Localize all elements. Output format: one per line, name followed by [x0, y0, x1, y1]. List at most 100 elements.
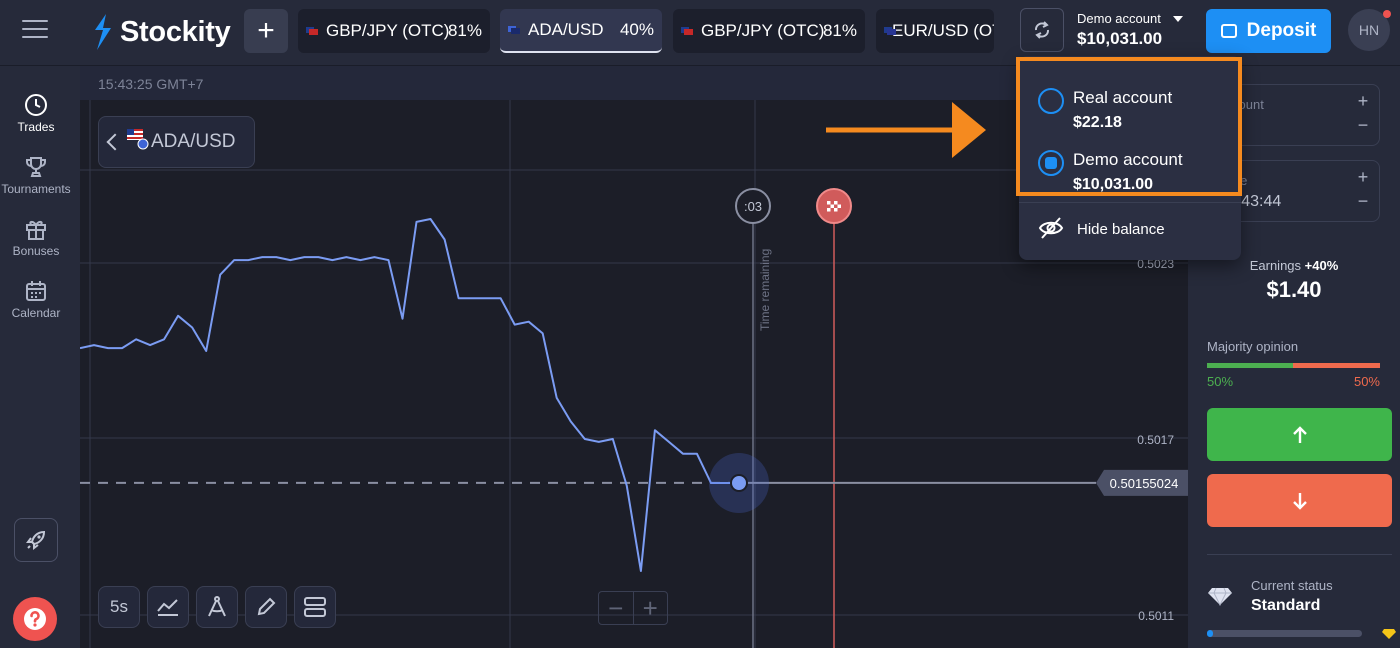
checker-cell — [834, 208, 838, 212]
gift-icon — [26, 220, 46, 240]
account-dropdown: Real account $22.18 Demo account $10,031… — [1019, 56, 1241, 260]
avatar[interactable]: HN — [1348, 9, 1391, 51]
sidebar-item-label: Calendar — [11, 306, 61, 320]
checker-cell — [830, 204, 834, 208]
layout-button[interactable] — [294, 586, 336, 628]
account-option-real[interactable]: Real account $22.18 — [1019, 68, 1241, 131]
sidebar-item-label: Trades — [17, 120, 55, 134]
account-option-name: Real account — [1073, 88, 1173, 107]
status-progress-bar — [1207, 630, 1362, 637]
logo[interactable]: Stockity — [92, 12, 231, 52]
divider — [1019, 202, 1241, 203]
checker-cell — [837, 204, 841, 208]
sidebar-item-label: Tournaments — [1, 182, 71, 196]
time-minus-button[interactable]: − — [1355, 192, 1371, 210]
zoom-out-button[interactable]: − — [599, 592, 634, 624]
asset-tab-payout: 81% — [447, 21, 482, 40]
chevron-down-icon — [1173, 16, 1183, 22]
chevron-left-icon — [106, 133, 124, 151]
line-chart-icon — [157, 599, 178, 616]
compass-icon — [208, 596, 226, 617]
sidebar-item-label: Bonuses — [12, 244, 60, 258]
hide-balance-button[interactable]: Hide balance — [1019, 206, 1241, 252]
asset-tab-payout: 81% — [822, 21, 857, 40]
rocket-button[interactable] — [14, 518, 58, 562]
zoom-controls: − + — [598, 591, 668, 625]
timeframe-label: 5s — [110, 597, 128, 616]
deposit-button[interactable]: Deposit — [1206, 9, 1331, 53]
asset-tab-name: ADA/USD — [528, 20, 604, 39]
layout-icon — [304, 597, 326, 617]
trading-app: Stockity + GBP/JPY (OTC) 81% ADA/USD 40% — [0, 0, 1400, 648]
sidebar-item-calendar[interactable]: Calendar — [0, 279, 72, 320]
asset-tab-payout: 40% — [619, 20, 654, 39]
notification-dot — [1383, 10, 1391, 18]
asset-tab-gbpjpy-otc[interactable]: GBP/JPY (OTC) 81% — [673, 9, 865, 53]
indicators-button[interactable] — [196, 586, 238, 628]
majority-up-percent: 50% — [1207, 374, 1234, 389]
arrow-down-icon — [1292, 492, 1307, 510]
logo-icon — [95, 14, 111, 50]
left-sidebar: Trades Tournaments Bonuses Calendar — [0, 66, 80, 648]
price-tick-label: 0.5011 — [1138, 609, 1174, 623]
price-tick-label: 0.5017 — [1137, 433, 1174, 447]
amount-plus-button[interactable]: + — [1355, 92, 1371, 110]
account-selector[interactable]: Demo account $10,031.00 — [1077, 11, 1183, 49]
account-type-label: Demo account — [1077, 11, 1161, 26]
earnings-value: $1.40 — [1266, 277, 1322, 302]
current-price-point — [730, 474, 748, 492]
amount-minus-button[interactable]: − — [1355, 116, 1371, 134]
timer-label: :03 — [744, 199, 762, 214]
asset-tab-name: GBP/JPY (OTC) — [326, 21, 450, 40]
asset-tab-gbpjpy-otc[interactable]: GBP/JPY (OTC) 81% — [298, 9, 490, 53]
price-series-line — [80, 218, 739, 572]
earnings-label: Earnings +40% — [1188, 258, 1400, 273]
majority-opinion-bar — [1207, 363, 1380, 368]
current-price-label: 0.50155024 — [1110, 476, 1179, 491]
majority-up-bar — [1207, 363, 1294, 368]
gold-diamond-icon — [1382, 629, 1396, 639]
status-progress-fill — [1207, 630, 1213, 637]
trade-up-button[interactable] — [1207, 408, 1392, 461]
time-remaining-label: Time remaining — [758, 249, 772, 331]
arrow-up-icon — [1292, 425, 1307, 443]
hide-balance-label: Hide balance — [1077, 221, 1165, 238]
menu-icon[interactable] — [22, 20, 48, 42]
majority-opinion-label: Majority opinion — [1207, 339, 1299, 354]
switch-account-button[interactable] — [1020, 8, 1064, 52]
asset-selector-chip[interactable]: ADA/USD — [98, 116, 255, 168]
drawing-button[interactable] — [245, 586, 287, 628]
majority-down-bar — [1293, 363, 1380, 368]
asset-tab-eurusd-otc[interactable]: EUR/USD (OTC) — [876, 9, 994, 53]
timeframe-button[interactable]: 5s — [98, 586, 140, 628]
flag-icon — [681, 27, 693, 35]
checker-cell — [827, 201, 831, 205]
account-option-demo[interactable]: Demo account $10,031.00 — [1019, 130, 1241, 193]
earnings-label-text: Earnings — [1249, 258, 1302, 273]
pencil-icon — [257, 597, 276, 616]
diamond-icon — [1208, 587, 1232, 606]
logo-text: Stockity — [120, 15, 231, 48]
clock-icon — [25, 94, 47, 116]
add-asset-button[interactable]: + — [244, 9, 288, 53]
rocket-icon — [26, 530, 46, 550]
zoom-in-button[interactable]: + — [634, 592, 668, 624]
checker-cell — [827, 208, 831, 212]
help-button[interactable] — [13, 597, 57, 641]
sidebar-item-tournaments[interactable]: Tournaments — [0, 155, 72, 196]
majority-down-percent: 50% — [1353, 374, 1380, 389]
radio-button[interactable] — [1038, 88, 1064, 114]
avatar-initials: HN — [1358, 22, 1380, 38]
sidebar-item-trades[interactable]: Trades — [0, 93, 72, 134]
time-plus-button[interactable]: + — [1355, 168, 1371, 186]
asset-tab-adausd[interactable]: ADA/USD 40% — [500, 9, 662, 53]
asset-name: ADA/USD — [151, 131, 236, 152]
radio-button[interactable] — [1038, 150, 1064, 176]
chart-type-button[interactable] — [147, 586, 189, 628]
asset-tab-name: GBP/JPY (OTC) — [701, 21, 825, 40]
sidebar-item-bonuses[interactable]: Bonuses — [0, 217, 72, 258]
refresh-icon — [1035, 21, 1049, 39]
calendar-icon — [26, 281, 46, 301]
status-value: Standard — [1251, 597, 1321, 614]
trade-down-button[interactable] — [1207, 474, 1392, 527]
